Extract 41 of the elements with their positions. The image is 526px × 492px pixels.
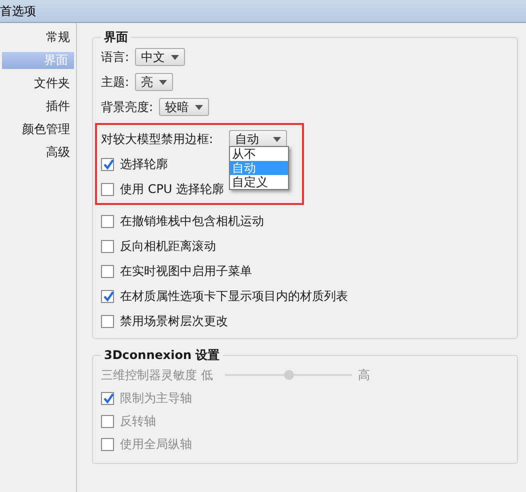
checkbox[interactable] [101,214,114,228]
sidebar-item[interactable]: 插件 [2,95,76,118]
checkbox[interactable] [101,158,114,170]
checkbox[interactable] [101,290,114,302]
checkbox-label: 在实时视图中启用子菜单 [120,262,252,280]
caret-icon [171,54,180,60]
checkbox-label: 使用 CPU 选择轮廓 [120,180,224,198]
slider-label: 三维控制器灵敏度 [101,366,198,384]
checkbox-label: 反向相机距离滚动 [120,238,216,254]
slider-max-label: 高 [358,366,371,384]
group-title: 界面 [103,29,129,46]
checkbox[interactable] [101,264,114,278]
checkbox-label: 使用全局纵轴 [120,436,192,452]
sidebar-item[interactable]: 高级 [2,141,76,164]
sidebar-item[interactable]: 常规 [2,26,76,49]
field-label: 对较大模型禁用边框: [101,130,214,148]
caret-icon [273,136,281,142]
checkbox[interactable] [101,182,114,196]
caret-icon [195,104,204,110]
checkbox-label: 反转轴 [120,412,156,430]
checkbox-label: 在材质属性选项卡下显示项目内的材质列表 [120,288,348,304]
slider-min-label: 低 [201,366,214,384]
checkbox-label: 在撤销堆栈中包含相机运动 [120,212,264,230]
checkbox-label: 选择轮廓 [120,156,168,172]
checkbox-label: 禁用场景树层次更改 [120,312,228,330]
sidebar-item[interactable]: 文件夹 [2,72,76,95]
caret-icon [159,80,168,84]
field-label: 背景亮度: [101,98,154,116]
sidebar-item[interactable]: 颜色管理 [2,118,76,141]
field-label: 主题: [101,74,130,90]
checkbox-label: 限制为主导轴 [120,390,192,406]
dropdown[interactable]: 较暗 [159,98,210,116]
menu-item[interactable]: 从不 [230,147,288,161]
menu-item[interactable]: 自定义 [230,175,288,189]
window-title: 首选项 [0,2,36,20]
dropdown[interactable]: 中文 [135,48,186,66]
dropdown[interactable]: 亮 [135,73,174,91]
field-label: 语言: [101,48,130,66]
checkbox[interactable] [101,240,114,252]
checkbox[interactable] [101,314,114,328]
group-title: 3Dconnexion 设置 [103,347,221,364]
